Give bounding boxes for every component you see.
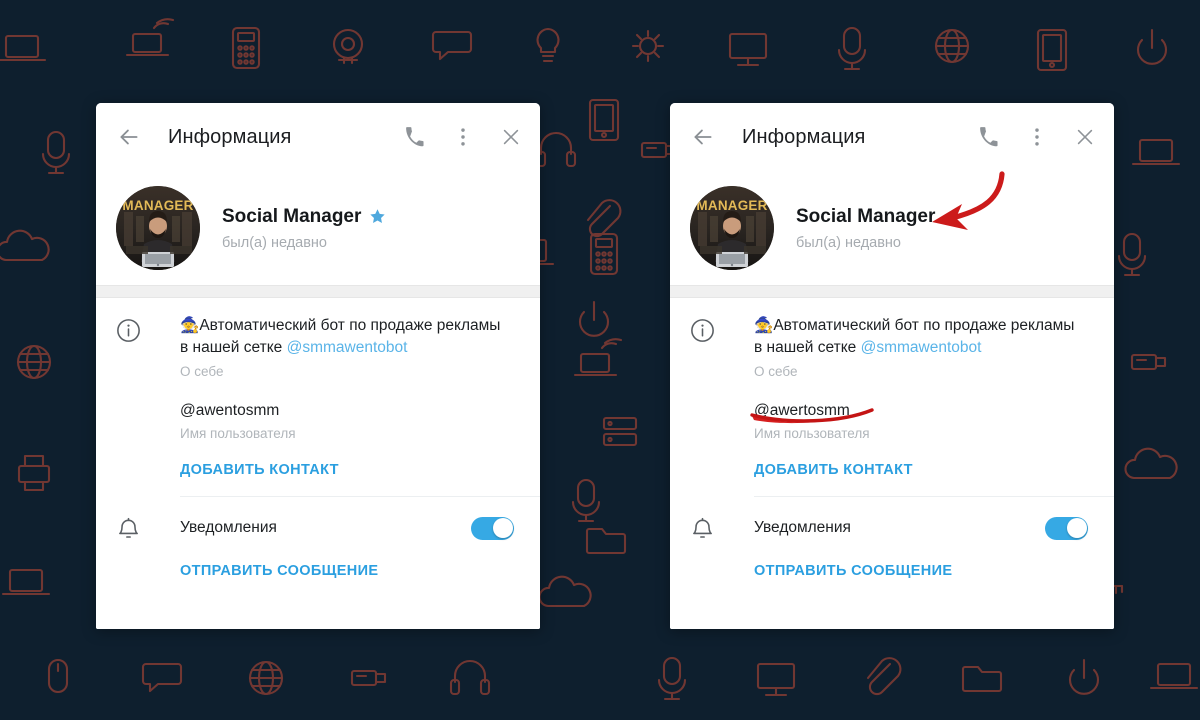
close-icon[interactable] [1074,126,1096,148]
info-circle-icon [117,319,140,342]
profile-name-line: Social Manager [796,206,935,228]
send-message-row: ОТПРАВИТЬ СООБЩЕНИЕ [96,563,540,579]
username-label: Имя пользователя [754,426,870,442]
avatar-photo: MANAGER [116,186,200,270]
toggle-knob [492,518,513,539]
wizard-emoji: 🧙 [754,317,774,334]
profile-name: Social Manager [222,205,362,227]
profile-text: Social Manager был(а) недавно [796,206,935,251]
info-body: 🧙Автоматический бот по продаже рекламы в … [96,298,540,629]
bell-icon [693,518,712,539]
panel-header: Информация [96,103,540,171]
send-message-button[interactable]: ОТПРАВИТЬ СООБЩЕНИЕ [754,563,1094,579]
bio-field[interactable]: 🧙Автоматический бот по продаже рекламы в … [754,315,1094,379]
page-title: Информация [168,125,292,148]
glyph-column [690,514,754,542]
notifications-label: Уведомления [754,519,851,537]
section-separator [96,285,540,298]
panel-header: Информация [670,103,1114,171]
phone-icon[interactable] [978,126,1000,148]
notifications-label: Уведомления [180,519,277,537]
bio-label: О себе [754,363,798,379]
bio-value: 🧙Автоматический бот по продаже рекламы в … [180,315,520,360]
close-icon[interactable] [500,126,522,148]
profile-name: Social Manager [796,205,936,227]
toggle-knob [1066,518,1087,539]
username-value: @awertosmm [754,401,850,419]
svg-text:MANAGER: MANAGER [696,198,767,213]
info-block: 🧙Автоматический бот по продаже рекламы в … [670,298,1114,478]
glyph-column [116,514,180,542]
username-field[interactable]: @awertosmm Имя пользователя [754,400,1094,441]
more-vertical-icon[interactable] [452,126,474,148]
wizard-emoji: 🧙 [180,317,200,334]
bio-line1: Автоматический бот по продаже рекламы [773,317,1075,334]
avatar-photo: MANAGER [690,186,774,270]
notifications-row[interactable]: Уведомления [670,497,1114,542]
username-field[interactable]: @awentosmm Имя пользователя [180,400,520,441]
notifications-toggle[interactable] [471,516,514,540]
section-separator [670,285,1114,298]
phone-icon[interactable] [404,126,426,148]
bio-value: 🧙Автоматический бот по продаже рекламы в … [754,315,1094,360]
notifications-toggle[interactable] [1045,516,1088,540]
bio-line2: в нашей сетке [180,339,287,357]
profile-status: был(а) недавно [796,234,901,251]
profile-status: был(а) недавно [222,234,327,251]
profile-panel-left: Информация MANAGER Social Manager был(а)… [96,103,540,629]
glyph-column [116,315,180,478]
profile-name-line: Social Manager [222,206,386,228]
send-message-row: ОТПРАВИТЬ СООБЩЕНИЕ [670,563,1114,579]
bio-label: О себе [180,363,224,379]
more-vertical-icon[interactable] [1026,126,1048,148]
profile-text: Social Manager был(а) недавно [222,206,386,251]
svg-text:MANAGER: MANAGER [122,198,193,213]
username-label: Имя пользователя [180,426,296,442]
avatar[interactable]: MANAGER [690,186,774,270]
back-arrow-icon[interactable] [116,124,142,150]
screenshot-root: Информация MANAGER Social Manager был(а)… [0,0,1200,720]
glyph-column [690,315,754,478]
username-value: @awentosmm [180,401,280,419]
star-icon [370,209,386,224]
bio-field[interactable]: 🧙Автоматический бот по продаже рекламы в … [180,315,520,379]
back-arrow-icon[interactable] [690,124,716,150]
info-body: 🧙Автоматический бот по продаже рекламы в … [670,298,1114,629]
bio-mention-link[interactable]: @smmawentobot [861,339,982,356]
profile-row: MANAGER Social Manager был(а) недавно [96,171,540,285]
info-fields: 🧙Автоматический бот по продаже рекламы в … [754,315,1094,478]
bio-mention-link[interactable]: @smmawentobot [287,339,408,356]
profile-row: MANAGER Social Manager был(а) недавно [670,171,1114,285]
add-contact-button[interactable]: ДОБАВИТЬ КОНТАКТ [754,462,1094,478]
page-title: Информация [742,125,866,148]
bio-line2: в нашей сетке [754,339,861,357]
avatar[interactable]: MANAGER [116,186,200,270]
profile-panel-right: Информация MANAGER Social Manager был(а)… [670,103,1114,629]
info-fields: 🧙Автоматический бот по продаже рекламы в … [180,315,520,478]
info-circle-icon [691,319,714,342]
notifications-row[interactable]: Уведомления [96,497,540,542]
info-block: 🧙Автоматический бот по продаже рекламы в … [96,298,540,478]
bell-icon [119,518,138,539]
add-contact-button[interactable]: ДОБАВИТЬ КОНТАКТ [180,462,520,478]
bio-line1: Автоматический бот по продаже рекламы [199,317,501,334]
send-message-button[interactable]: ОТПРАВИТЬ СООБЩЕНИЕ [180,563,520,579]
